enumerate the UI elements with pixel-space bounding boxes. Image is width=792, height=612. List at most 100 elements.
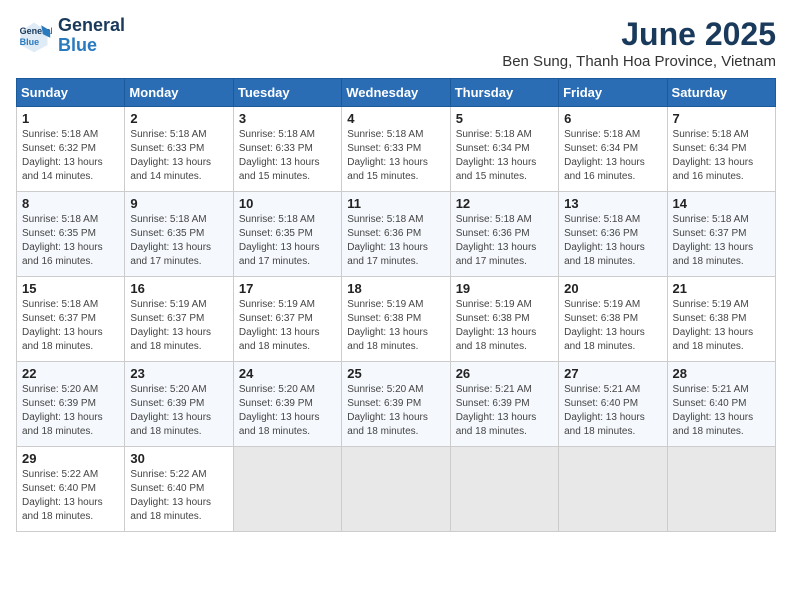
week-row-1: 1 Sunrise: 5:18 AMSunset: 6:32 PMDaylight… [17, 107, 776, 192]
day-number-22: 22 [22, 366, 119, 381]
day-19: 19 Sunrise: 5:19 AMSunset: 6:38 PMDayligh… [450, 277, 558, 362]
day-12: 12Sunrise: 5:18 AMSunset: 6:36 PMDayligh… [450, 192, 558, 277]
day-26: 26 Sunrise: 5:21 AMSunset: 6:39 PMDayligh… [450, 362, 558, 447]
day-number-18: 18 [347, 281, 444, 296]
day-13: 13Sunrise: 5:18 AMSunset: 6:36 PMDayligh… [559, 192, 667, 277]
day-11: 11 Sunrise: 5:18 AMSunset: 6:36 PMDayligh… [342, 192, 450, 277]
empty-cell [667, 447, 775, 532]
day-number-2: 2 [130, 111, 227, 126]
day-info-27: Sunrise: 5:21 AMSunset: 6:40 PMDaylight:… [564, 383, 661, 439]
day-info-24: Sunrise: 5:20 AMSunset: 6:39 PMDaylight:… [239, 383, 336, 439]
day-15: 15 Sunrise: 5:18 AMSunset: 6:37 PMDayligh… [17, 277, 125, 362]
day-25: 25 Sunrise: 5:20 AMSunset: 6:39 PMDayligh… [342, 362, 450, 447]
day-info-11: Sunrise: 5:18 AMSunset: 6:36 PMDaylight:… [347, 213, 444, 269]
header-friday: Friday [559, 79, 667, 107]
day-number-23: 23 [130, 366, 227, 381]
day-info-8: Sunrise: 5:18 AMSunset: 6:35 PMDaylight:… [22, 213, 119, 269]
day-info-23: Sunrise: 5:20 AMSunset: 6:39 PMDaylight:… [130, 383, 227, 439]
day-number-28: 28 [673, 366, 770, 381]
day-1: 1 Sunrise: 5:18 AMSunset: 6:32 PMDaylight… [17, 107, 125, 192]
day-number-24: 24 [239, 366, 336, 381]
day-20: 20 Sunrise: 5:19 AMSunset: 6:38 PMDayligh… [559, 277, 667, 362]
day-number-9: 9 [130, 196, 227, 211]
logo: General Blue General Blue [16, 16, 125, 56]
day-22: 22 Sunrise: 5:20 AMSunset: 6:39 PMDayligh… [17, 362, 125, 447]
day-9: 9Sunrise: 5:18 AMSunset: 6:35 PMDaylight… [125, 192, 233, 277]
day-2: 2Sunrise: 5:18 AMSunset: 6:33 PMDaylight… [125, 107, 233, 192]
day-info-22: Sunrise: 5:20 AMSunset: 6:39 PMDaylight:… [22, 383, 119, 439]
day-number-1: 1 [22, 111, 119, 126]
day-info-28: Sunrise: 5:21 AMSunset: 6:40 PMDaylight:… [673, 383, 770, 439]
svg-text:Blue: Blue [20, 37, 40, 47]
day-27: 27 Sunrise: 5:21 AMSunset: 6:40 PMDayligh… [559, 362, 667, 447]
day-number-16: 16 [130, 281, 227, 296]
header-tuesday: Tuesday [233, 79, 341, 107]
day-21: 21 Sunrise: 5:19 AMSunset: 6:38 PMDayligh… [667, 277, 775, 362]
week-row-5: 29Sunrise: 5:22 AMSunset: 6:40 PMDayligh… [17, 447, 776, 532]
day-7: 7Sunrise: 5:18 AMSunset: 6:34 PMDaylight… [667, 107, 775, 192]
day-number-21: 21 [673, 281, 770, 296]
day-info-13: Sunrise: 5:18 AMSunset: 6:36 PMDaylight:… [564, 213, 661, 269]
day-number-26: 26 [456, 366, 553, 381]
day-number-6: 6 [564, 111, 661, 126]
day-number-30: 30 [130, 451, 227, 466]
logo-name: General Blue [58, 16, 125, 56]
day-info-18: Sunrise: 5:19 AMSunset: 6:38 PMDaylight:… [347, 298, 444, 354]
day-info-21: Sunrise: 5:19 AMSunset: 6:38 PMDaylight:… [673, 298, 770, 354]
calendar-header-row: Sunday Monday Tuesday Wednesday Thursday… [17, 79, 776, 107]
day-number-11: 11 [347, 196, 444, 211]
day-number-3: 3 [239, 111, 336, 126]
day-30: 30 Sunrise: 5:22 AMSunset: 6:40 PMDayligh… [125, 447, 233, 532]
page-header: General Blue General Blue June 2025 Ben … [16, 16, 776, 70]
day-info-5: Sunrise: 5:18 AMSunset: 6:34 PMDaylight:… [456, 128, 553, 184]
day-info-26: Sunrise: 5:21 AMSunset: 6:39 PMDaylight:… [456, 383, 553, 439]
logo-blue: Blue [58, 35, 97, 55]
day-number-10: 10 [239, 196, 336, 211]
day-6: 6 Sunrise: 5:18 AMSunset: 6:34 PMDaylight… [559, 107, 667, 192]
week-row-3: 15 Sunrise: 5:18 AMSunset: 6:37 PMDayligh… [17, 277, 776, 362]
day-info-14: Sunrise: 5:18 AMSunset: 6:37 PMDaylight:… [673, 213, 770, 269]
day-number-8: 8 [22, 196, 119, 211]
day-number-20: 20 [564, 281, 661, 296]
day-4: 4 Sunrise: 5:18 AMSunset: 6:33 PMDaylight… [342, 107, 450, 192]
day-info-30: Sunrise: 5:22 AMSunset: 6:40 PMDaylight:… [130, 468, 227, 524]
day-info-15: Sunrise: 5:18 AMSunset: 6:37 PMDaylight:… [22, 298, 119, 354]
day-17: 17Sunrise: 5:19 AMSunset: 6:37 PMDayligh… [233, 277, 341, 362]
header-thursday: Thursday [450, 79, 558, 107]
day-number-15: 15 [22, 281, 119, 296]
day-number-27: 27 [564, 366, 661, 381]
day-18: 18 Sunrise: 5:19 AMSunset: 6:38 PMDayligh… [342, 277, 450, 362]
day-info-4: Sunrise: 5:18 AMSunset: 6:33 PMDaylight:… [347, 128, 444, 184]
logo-icon: General Blue [16, 18, 52, 54]
day-info-19: Sunrise: 5:19 AMSunset: 6:38 PMDaylight:… [456, 298, 553, 354]
day-14: 14 Sunrise: 5:18 AMSunset: 6:37 PMDayligh… [667, 192, 775, 277]
week-row-4: 22 Sunrise: 5:20 AMSunset: 6:39 PMDayligh… [17, 362, 776, 447]
day-info-3: Sunrise: 5:18 AMSunset: 6:33 PMDaylight:… [239, 128, 336, 184]
header-saturday: Saturday [667, 79, 775, 107]
day-16: 16Sunrise: 5:19 AMSunset: 6:37 PMDayligh… [125, 277, 233, 362]
day-8: 8 Sunrise: 5:18 AMSunset: 6:35 PMDaylight… [17, 192, 125, 277]
day-number-17: 17 [239, 281, 336, 296]
day-number-4: 4 [347, 111, 444, 126]
header-sunday: Sunday [17, 79, 125, 107]
day-info-12: Sunrise: 5:18 AMSunset: 6:36 PMDaylight:… [456, 213, 553, 269]
day-info-25: Sunrise: 5:20 AMSunset: 6:39 PMDaylight:… [347, 383, 444, 439]
calendar-table: Sunday Monday Tuesday Wednesday Thursday… [16, 78, 776, 532]
day-info-10: Sunrise: 5:18 AMSunset: 6:35 PMDaylight:… [239, 213, 336, 269]
day-number-19: 19 [456, 281, 553, 296]
day-info-1: Sunrise: 5:18 AMSunset: 6:32 PMDaylight:… [22, 128, 119, 184]
day-info-6: Sunrise: 5:18 AMSunset: 6:34 PMDaylight:… [564, 128, 661, 184]
empty-cell [559, 447, 667, 532]
empty-cell [450, 447, 558, 532]
day-24: 24 Sunrise: 5:20 AMSunset: 6:39 PMDayligh… [233, 362, 341, 447]
day-number-25: 25 [347, 366, 444, 381]
title-area: June 2025 Ben Sung, Thanh Hoa Province, … [502, 16, 776, 70]
day-29: 29Sunrise: 5:22 AMSunset: 6:40 PMDayligh… [17, 447, 125, 532]
day-number-14: 14 [673, 196, 770, 211]
day-23: 23 Sunrise: 5:20 AMSunset: 6:39 PMDayligh… [125, 362, 233, 447]
empty-cell [342, 447, 450, 532]
day-28: 28 Sunrise: 5:21 AMSunset: 6:40 PMDayligh… [667, 362, 775, 447]
day-info-20: Sunrise: 5:19 AMSunset: 6:38 PMDaylight:… [564, 298, 661, 354]
day-info-7: Sunrise: 5:18 AMSunset: 6:34 PMDaylight:… [673, 128, 770, 184]
day-info-29: Sunrise: 5:22 AMSunset: 6:40 PMDaylight:… [22, 468, 119, 524]
